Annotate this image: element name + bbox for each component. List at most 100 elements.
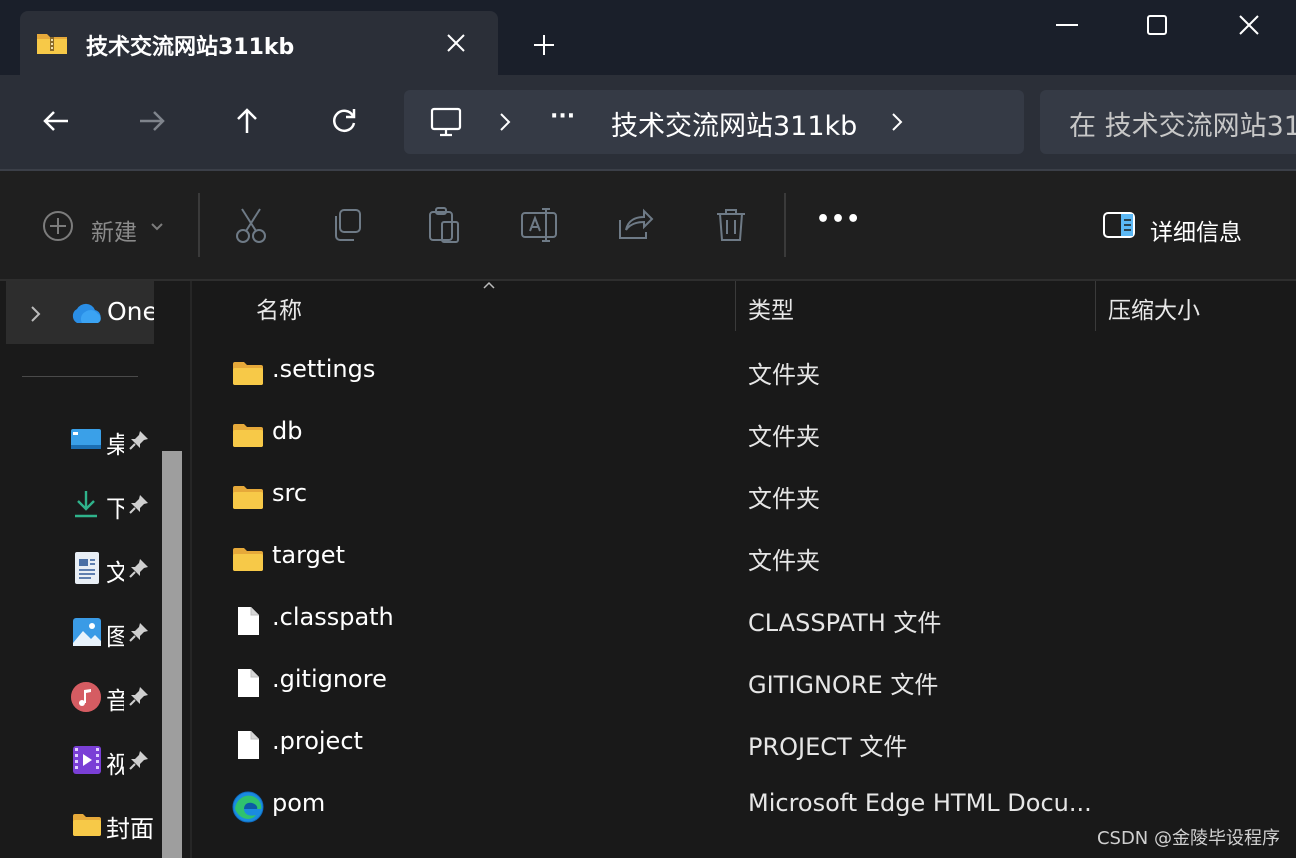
file-row[interactable]: db 文件夹: [192, 403, 1296, 465]
music-icon: [71, 682, 101, 712]
new-tab-button[interactable]: [525, 26, 563, 64]
sidebar-item-downloads[interactable]: 下载: [70, 485, 160, 525]
breadcrumb-chevron-icon[interactable]: [498, 112, 512, 132]
new-button[interactable]: 新建: [40, 201, 170, 251]
details-label: 详细信息: [1150, 220, 1242, 246]
breadcrumb-overflow[interactable]: ···: [550, 104, 575, 129]
file-name: target: [272, 541, 345, 569]
file-type: Microsoft Edge HTML Docu...: [748, 789, 1092, 817]
zip-folder-icon: [37, 34, 67, 54]
pin-icon[interactable]: [128, 557, 150, 579]
sort-ascending-icon: [483, 281, 495, 289]
chevron-right-icon[interactable]: [30, 305, 42, 323]
sidebar-item-music[interactable]: 音乐: [70, 677, 160, 717]
column-separator[interactable]: [735, 281, 736, 331]
plus-circle-icon: [43, 211, 73, 241]
file-type: 文件夹: [748, 361, 820, 389]
file-type: 文件夹: [748, 485, 820, 513]
sidebar-item-desktop[interactable]: 桌面: [70, 421, 160, 461]
copy-icon[interactable]: [326, 204, 368, 246]
forward-button[interactable]: [126, 95, 178, 147]
sidebar-divider: [22, 376, 138, 377]
column-header-name[interactable]: 名称: [256, 291, 302, 325]
maximize-icon: [1147, 15, 1167, 35]
file-name: .classpath: [272, 603, 394, 631]
minimize-button[interactable]: [1040, 0, 1094, 50]
folder-icon: [233, 486, 263, 509]
maximize-button[interactable]: [1130, 0, 1184, 50]
window-tab[interactable]: 技术交流网站311kb: [20, 11, 498, 75]
search-box[interactable]: 在 技术交流网站311kb 中搜索: [1040, 90, 1296, 154]
computer-icon: [430, 107, 462, 137]
folder-icon: [233, 548, 263, 571]
sidebar-item-documents[interactable]: 文档: [70, 549, 160, 589]
delete-icon[interactable]: [710, 204, 752, 246]
pin-icon[interactable]: [128, 621, 150, 643]
sidebar-label: 文档: [106, 559, 124, 587]
file-name: src: [272, 479, 308, 507]
sidebar-scrollbar[interactable]: [162, 451, 182, 858]
toolbar-divider: [198, 193, 200, 257]
up-button[interactable]: [221, 95, 273, 147]
file-icon: [238, 607, 259, 635]
breadcrumb-chevron-icon[interactable]: [890, 112, 904, 132]
file-row[interactable]: .gitignore GITIGNORE 文件: [192, 651, 1296, 713]
file-name: db: [272, 417, 303, 445]
cut-icon[interactable]: [230, 204, 272, 246]
pin-icon[interactable]: [128, 429, 150, 451]
edge-icon: [232, 791, 264, 823]
file-name: .settings: [272, 355, 376, 383]
folder-icon: [73, 814, 101, 836]
sidebar-label: 桌面: [106, 431, 124, 459]
minimize-icon: [1056, 24, 1078, 26]
sidebar-item-videos[interactable]: 视频: [70, 741, 160, 781]
file-type: 文件夹: [748, 423, 820, 451]
cloud-icon: [72, 303, 101, 323]
window-close-button[interactable]: [1222, 0, 1276, 50]
address-bar[interactable]: ··· 技术交流网站311kb: [404, 90, 1024, 154]
file-name: .gitignore: [272, 665, 387, 693]
folder-icon: [233, 362, 263, 385]
refresh-icon: [333, 109, 356, 133]
sidebar-item-pictures[interactable]: 图片: [70, 613, 160, 653]
file-row[interactable]: .classpath CLASSPATH 文件: [192, 589, 1296, 651]
command-bar: 新建 ••• 详细信息: [0, 171, 1296, 279]
rename-icon[interactable]: [518, 204, 560, 246]
folder-icon: [233, 424, 263, 447]
pin-icon[interactable]: [128, 493, 150, 515]
share-icon[interactable]: [614, 204, 656, 246]
sidebar-label: 下载: [106, 495, 124, 523]
file-row[interactable]: .settings 文件夹: [192, 341, 1296, 403]
file-row[interactable]: target 文件夹: [192, 527, 1296, 589]
column-header-type[interactable]: 类型: [748, 291, 794, 325]
column-separator[interactable]: [1095, 281, 1096, 331]
column-header-compressed-size[interactable]: 压缩大小: [1108, 291, 1200, 325]
file-row[interactable]: .project PROJECT 文件: [192, 713, 1296, 775]
file-row[interactable]: src 文件夹: [192, 465, 1296, 527]
file-name: pom: [272, 789, 326, 817]
file-icon: [238, 731, 259, 759]
arrow-left-icon: [43, 111, 68, 131]
details-button[interactable]: 详细信息: [1100, 203, 1260, 249]
file-name: .project: [272, 727, 363, 755]
sidebar-label: 音乐: [106, 687, 124, 715]
video-icon: [73, 746, 101, 774]
breadcrumb-current[interactable]: 技术交流网站311kb: [611, 104, 857, 143]
arrow-right-icon: [140, 111, 165, 131]
download-icon: [75, 491, 97, 518]
paste-icon[interactable]: [422, 204, 464, 246]
pin-icon[interactable]: [128, 749, 150, 771]
back-button[interactable]: [30, 95, 82, 147]
sidebar-item-cover[interactable]: 封面: [70, 805, 160, 845]
arrow-up-icon: [237, 108, 257, 133]
file-type: PROJECT 文件: [748, 733, 908, 761]
tab-close-button[interactable]: [438, 27, 474, 59]
pin-icon[interactable]: [128, 685, 150, 707]
address-row: ··· 技术交流网站311kb 在 技术交流网站311kb 中搜索: [0, 75, 1296, 170]
sidebar-label: 封面: [106, 815, 154, 843]
refresh-button[interactable]: [318, 95, 370, 147]
file-icon: [238, 669, 259, 697]
more-button[interactable]: •••: [816, 207, 861, 232]
file-type: GITIGNORE 文件: [748, 671, 939, 699]
sidebar-item-onedrive[interactable]: OneDrive: [6, 281, 154, 344]
